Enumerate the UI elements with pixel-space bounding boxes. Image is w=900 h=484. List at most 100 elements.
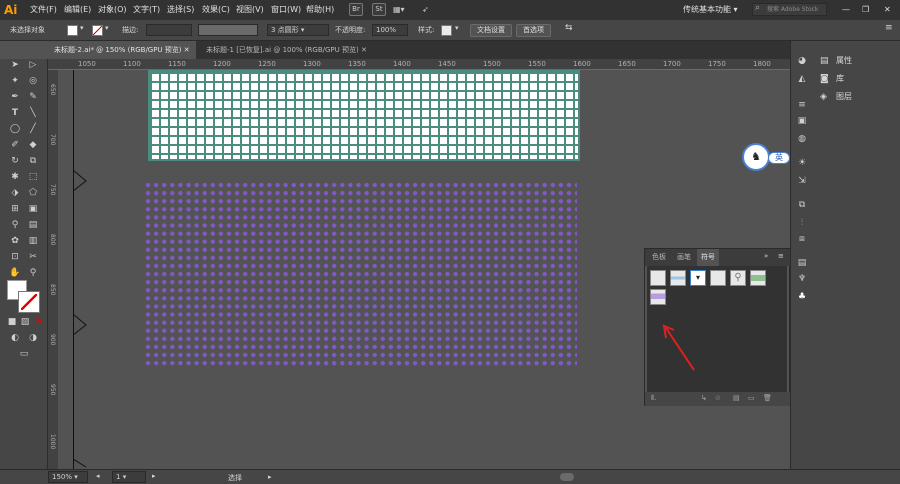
opacity-input[interactable]: 100% [372,24,408,36]
arrange-documents-icon[interactable]: ▦▾ [393,3,405,17]
symbols-panel-icon[interactable]: ♣ [796,291,808,303]
line-tool-icon[interactable]: ╲ [27,107,39,119]
libraries-item[interactable]: 库 [836,72,844,86]
stroke-color-box[interactable] [18,291,40,313]
graphic-style-swatch[interactable] [441,25,452,36]
slice-tool-icon[interactable]: ✂ [27,251,39,263]
horizontal-scrollbar-thumb[interactable] [560,473,574,481]
export-icon[interactable]: ⇲ [796,175,808,187]
stroke-dropdown-icon[interactable]: ▾ [105,24,109,32]
color-panel-icon[interactable]: ◭ [796,73,808,85]
transparency-icon[interactable]: ▣ [796,115,808,127]
dot-pattern-object[interactable] [144,181,577,369]
lasso-icon[interactable]: ◎ [27,75,39,87]
symbol-tile[interactable]: ⚲ [730,270,746,286]
break-link-icon[interactable]: ⊘ [715,394,721,402]
ellipse-tool-icon[interactable]: ◯ [9,123,21,135]
workspace-switcher[interactable]: 传统基本功能 ▾ [683,3,738,17]
artboard-tool-icon[interactable]: ⊡ [9,251,21,263]
warp-tool-icon[interactable]: ✱ [9,171,21,183]
properties-item[interactable]: 属性 [836,54,852,68]
mesh-tool-icon[interactable]: ⊞ [9,203,21,215]
grid-pattern-object[interactable] [148,70,580,161]
symbol-tile[interactable] [750,270,766,286]
align-panel-icon[interactable]: ⫶ [796,217,808,229]
color-mode-icon[interactable]: ■ [6,316,18,328]
stock-search-input[interactable]: 搜索 Adobe Stock [752,3,827,16]
new-symbol-icon[interactable]: ▭ [748,394,755,402]
paintbrush-icon[interactable]: ╱ [27,123,39,135]
menu-window[interactable]: 窗口(W) [271,3,301,17]
links-icon[interactable]: ▤ [796,257,808,269]
free-transform-icon[interactable]: ⬚ [27,171,39,183]
ime-indicator[interactable]: ♞ 英 [742,143,792,171]
panel-options-icon[interactable]: ≡ [778,252,784,260]
graphic-styles-icon[interactable]: ☀ [796,157,808,169]
hand-tool-icon[interactable]: ✋ [9,267,21,279]
next-artboard-icon[interactable]: ▸ [152,472,156,480]
preferences-button[interactable]: 首选项 [516,24,551,37]
bridge-icon[interactable]: Br [349,3,363,16]
menu-object[interactable]: 对象(O) [98,3,127,17]
stock-icon[interactable]: St [372,3,386,16]
stroke-swatch[interactable] [92,25,103,36]
type-tool-icon[interactable]: T [9,107,21,119]
delete-symbol-icon[interactable]: 🗑 [763,394,772,402]
tab-symbols[interactable]: 符号 [697,249,719,266]
tab-swatches[interactable]: 色板 [648,249,670,266]
maximize-button[interactable]: ❐ [862,3,869,17]
symbol-tile[interactable] [710,270,726,286]
color-guide-icon[interactable]: ◕ [796,55,808,67]
menu-file[interactable]: 文件(F) [30,3,57,17]
style-dropdown-icon[interactable]: ▾ [455,24,459,32]
appearance-icon[interactable]: ◍ [796,133,808,145]
symbol-library-menu-icon[interactable]: ⫴. [651,394,656,403]
align-icon[interactable]: ≡ [796,99,808,111]
place-symbol-icon[interactable]: ↳ [701,394,707,402]
brush-definition-dropdown[interactable]: 3 点圆形 ▾ [267,24,329,36]
fill-swatch[interactable] [67,25,78,36]
magic-wand-icon[interactable]: ✦ [9,75,21,87]
menu-select[interactable]: 选择(S) [167,3,194,17]
menu-help[interactable]: 帮助(H) [306,3,334,17]
tool-presets-icon[interactable]: ♆ [796,273,808,285]
panel-menu-icon[interactable]: ≡ [885,23,893,33]
layers-item[interactable]: 图层 [836,90,852,104]
artboard-number-select[interactable]: 1 ▾ [112,471,146,483]
symbol-tile-selected[interactable]: ▾ [690,270,706,286]
status-menu-icon[interactable]: ▸ [268,473,272,481]
column-graph-icon[interactable]: ▥ [27,235,39,247]
none-mode-icon[interactable]: ⊘ [32,316,44,328]
gpu-performance-icon[interactable]: ➶ [422,3,429,17]
prev-artboard-icon[interactable]: ◂ [96,472,100,480]
menu-type[interactable]: 文字(T) [133,3,160,17]
eyedropper-icon[interactable]: ⚲ [9,219,21,231]
gradient-tool-icon[interactable]: ▣ [27,203,39,215]
tab-brushes[interactable]: 画笔 [673,249,695,266]
symbol-tile-new[interactable] [650,289,666,305]
stroke-weight-input[interactable] [146,24,192,36]
arrange-icon[interactable]: ⇆ [565,23,573,33]
rotate-tool-icon[interactable]: ↻ [9,155,21,167]
close-button[interactable]: ✕ [884,3,891,17]
layers-transform-icon[interactable]: ⧉ [796,199,808,211]
symbol-sprayer-icon[interactable]: ✿ [9,235,21,247]
symbol-options-icon[interactable]: ▤ [733,394,740,402]
gradient-mode-icon[interactable]: ▨ [19,316,31,328]
collapse-panel-icon[interactable]: » [764,252,768,260]
tab-document-2[interactable]: 未标题-2.ai* @ 150% (RGB/GPU 预览) ✕ [48,41,196,59]
menu-edit[interactable]: 编辑(E) [64,3,91,17]
scale-tool-icon[interactable]: ⧉ [27,155,39,167]
variable-width-profile[interactable] [198,24,258,36]
shape-builder-icon[interactable]: ⬗ [9,187,21,199]
zoom-select[interactable]: 150% ▾ [48,471,88,483]
pathfinder-icon[interactable]: ⧈ [796,233,808,245]
menu-effect[interactable]: 效果(C) [202,3,230,17]
direct-selection-tool-icon[interactable]: ▷ [27,59,39,71]
screen-mode-icon[interactable]: ◑ [27,332,39,344]
menu-view[interactable]: 视图(V) [236,3,264,17]
pen-tool-icon[interactable]: ✒ [9,91,21,103]
symbol-tile[interactable] [670,270,686,286]
tab-document-1[interactable]: 未标题-1 [已恢复].ai @ 100% (RGB/GPU 预览) ✕ [200,41,373,59]
blend-tool-icon[interactable]: ▤ [27,219,39,231]
